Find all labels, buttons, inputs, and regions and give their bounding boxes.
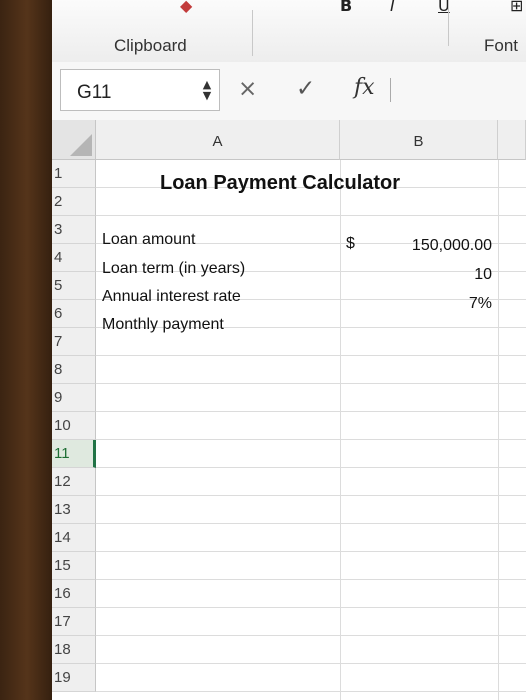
- cell-b4-loan-term[interactable]: 10: [362, 266, 492, 284]
- row-header-7[interactable]: 7: [52, 328, 96, 356]
- row-gridline: [96, 411, 526, 412]
- borders-icon[interactable]: ⊞: [510, 0, 523, 15]
- cell-title[interactable]: Loan Payment Calculator: [160, 172, 400, 195]
- desk-background: [0, 0, 60, 700]
- cell-a4-loan-term-label[interactable]: Loan term (in years): [102, 260, 245, 278]
- row-gridline: [96, 635, 526, 636]
- row-header-2[interactable]: 2: [52, 188, 96, 216]
- cell-b3-currency-symbol: $: [346, 235, 355, 252]
- column-gridline: [340, 160, 341, 700]
- insert-function-icon[interactable]: fx: [354, 75, 375, 100]
- cell-a6-monthly-payment-label[interactable]: Monthly payment: [102, 316, 224, 334]
- row-header-12[interactable]: 12: [52, 468, 96, 496]
- ribbon: ◆ B I U ⊞ Clipboard Font: [52, 0, 526, 63]
- cell-b5-interest-rate[interactable]: 7%: [362, 295, 492, 313]
- row-header-16[interactable]: 16: [52, 580, 96, 608]
- row-gridline: [96, 439, 526, 440]
- font-group-label: Font: [484, 36, 519, 55]
- row-gridline: [96, 691, 526, 692]
- enter-icon[interactable]: ✓: [296, 76, 315, 102]
- cancel-icon[interactable]: ×: [238, 76, 257, 102]
- select-all-triangle-icon: [70, 134, 92, 156]
- italic-icon[interactable]: I: [390, 0, 395, 15]
- clipboard-group-label: Clipboard: [114, 36, 187, 55]
- cell-b3-loan-amount[interactable]: 150,000.00: [362, 237, 492, 255]
- row-header-15[interactable]: 15: [52, 552, 96, 580]
- clipboard-icon[interactable]: ◆: [180, 0, 192, 15]
- row-header-8[interactable]: 8: [52, 356, 96, 384]
- row-gridline: [96, 355, 526, 356]
- formula-bar: G11 ▲ ▼ × ✓ fx: [52, 62, 526, 121]
- name-box-stepper-icon[interactable]: ▲ ▼: [199, 79, 215, 101]
- name-box[interactable]: G11 ▲ ▼: [60, 69, 220, 111]
- column-header-b[interactable]: B: [340, 120, 498, 160]
- row-header-13[interactable]: 13: [52, 496, 96, 524]
- row-gridline: [96, 523, 526, 524]
- row-header-5[interactable]: 5: [52, 272, 96, 300]
- row-gridline: [96, 495, 526, 496]
- column-header-a[interactable]: A: [96, 120, 340, 160]
- row-header-18[interactable]: 18: [52, 636, 96, 664]
- row-header-6[interactable]: 6: [52, 300, 96, 328]
- row-gridline: [96, 579, 526, 580]
- column-gridline: [498, 160, 499, 700]
- column-header-c[interactable]: [498, 120, 526, 160]
- ribbon-separator: [252, 10, 253, 56]
- row-header-14[interactable]: 14: [52, 524, 96, 552]
- cell-a5-interest-rate-label[interactable]: Annual interest rate: [102, 288, 241, 306]
- select-all-corner[interactable]: [52, 120, 96, 160]
- row-header-10[interactable]: 10: [52, 412, 96, 440]
- worksheet-grid[interactable]: A B 1 2 3 4 5 6 7 8 9 10 11 12 13 14 15 16 17 18 19 Loan P…: [52, 120, 526, 700]
- ribbon-icon-row: ◆ B I U ⊞: [172, 0, 526, 16]
- ribbon-separator: [448, 0, 449, 46]
- formula-input[interactable]: [390, 78, 391, 102]
- row-gridline: [96, 663, 526, 664]
- row-header-19[interactable]: 19: [52, 664, 96, 692]
- excel-window: ◆ B I U ⊞ Clipboard Font G11 ▲ ▼ × ✓ fx A…: [52, 0, 526, 700]
- row-header-3[interactable]: 3: [52, 216, 96, 244]
- row-header-11[interactable]: 11: [52, 440, 96, 468]
- row-header-17[interactable]: 17: [52, 608, 96, 636]
- name-box-value: G11: [77, 82, 112, 103]
- row-header-9[interactable]: 9: [52, 384, 96, 412]
- row-header-4[interactable]: 4: [52, 244, 96, 272]
- row-gridline: [96, 551, 526, 552]
- cell-a3-loan-amount-label[interactable]: Loan amount: [102, 231, 195, 249]
- row-gridline: [96, 467, 526, 468]
- row-gridline: [96, 215, 526, 216]
- row-gridline: [96, 383, 526, 384]
- row-gridline: [96, 607, 526, 608]
- bold-icon[interactable]: B: [340, 0, 352, 15]
- row-header-1[interactable]: 1: [52, 160, 96, 188]
